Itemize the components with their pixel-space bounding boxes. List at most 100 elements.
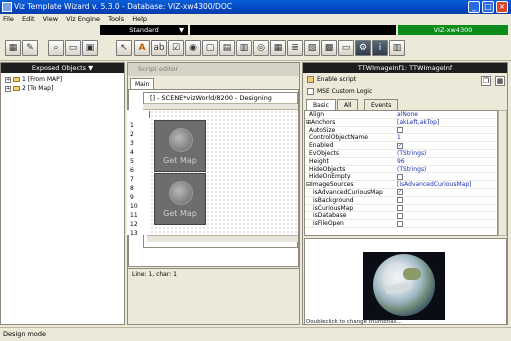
menu-file[interactable]: File	[3, 15, 14, 23]
property-value[interactable]: 1	[397, 134, 401, 142]
property-value[interactable]: (TStrings)	[397, 150, 426, 158]
property-row[interactable]: Align alNone	[305, 111, 497, 119]
property-row[interactable]: HideOnEmpty	[305, 173, 497, 182]
tree-item-from-map[interactable]: +1 [From MAP]	[1, 75, 124, 84]
expand-icon[interactable]: +	[5, 76, 11, 83]
property-row[interactable]: AutoSize	[305, 127, 497, 135]
edit-button[interactable]: ✎	[22, 40, 38, 56]
text-button[interactable]: A	[134, 40, 150, 56]
enable-script-checkbox[interactable]	[307, 76, 314, 83]
search-button[interactable]: ⌕	[48, 40, 64, 56]
property-checkbox[interactable]	[397, 212, 403, 219]
grid-button[interactable]: ▩	[321, 40, 337, 56]
close-button[interactable]: ×	[496, 1, 508, 13]
property-value[interactable]: 96	[397, 158, 405, 166]
open-button[interactable]: ▭	[65, 40, 81, 56]
exposed-objects-header[interactable]: Exposed Objects ▼	[1, 63, 124, 73]
property-value[interactable]: (TStrings)	[397, 166, 426, 174]
earth-image	[373, 254, 435, 316]
property-name: Anchors	[311, 118, 336, 126]
save-button[interactable]: ▣	[82, 40, 98, 56]
table-icon: ▦	[273, 43, 283, 53]
get-map-button[interactable]: Get Map	[154, 120, 206, 172]
checkbox-icon: ☑	[171, 43, 181, 53]
grid-icon: ▦	[8, 43, 18, 53]
property-row[interactable]: isFileOpen	[305, 220, 497, 228]
tab-main[interactable]: Main	[130, 78, 155, 89]
info-button[interactable]: i	[372, 40, 388, 56]
script-editor-header: Script editor	[128, 63, 299, 76]
property-row[interactable]: ControlObjectName 1	[305, 134, 497, 143]
property-value[interactable]: [akLeft,akTop]	[397, 119, 439, 127]
menu-help[interactable]: Help	[132, 15, 147, 23]
expand-icon[interactable]: +	[5, 85, 11, 92]
new-button[interactable]: ▦	[5, 40, 21, 56]
property-row[interactable]: ⊟ImageSources [isAdvancedCuriousMap]	[305, 181, 497, 189]
folder-button[interactable]: ▭	[338, 40, 354, 56]
property-row[interactable]: isCuriousMap	[305, 205, 497, 213]
minimize-button[interactable]: _	[468, 1, 480, 13]
grid-view-button[interactable]: ▦	[495, 76, 505, 86]
db-button[interactable]: ▥	[389, 40, 405, 56]
property-row[interactable]: isDatabase	[305, 212, 497, 221]
tab-all[interactable]: All	[337, 99, 359, 110]
thumbnail-image[interactable]	[363, 252, 445, 320]
line-number: 8	[130, 185, 134, 192]
property-row[interactable]: Height 96	[305, 158, 497, 166]
copy-button[interactable]: ❐	[481, 76, 491, 86]
tree-item-to-map[interactable]: +2 [To Map]	[1, 84, 124, 93]
panel-button[interactable]: ▢	[202, 40, 218, 56]
panel-icon: ▢	[205, 43, 215, 53]
settings-button[interactable]: ⚙	[355, 40, 371, 56]
status-text: Design mode	[3, 330, 46, 338]
radio-button[interactable]: ◎	[253, 40, 269, 56]
combo-button[interactable]: ▥	[236, 40, 252, 56]
checkbox-button[interactable]: ☑	[168, 40, 184, 56]
property-row[interactable]: Enabled ✓	[305, 142, 497, 150]
property-value[interactable]: alNone	[397, 111, 418, 119]
tree-button[interactable]: ▧	[304, 40, 320, 56]
mse-logic-checkbox[interactable]	[307, 88, 314, 95]
line-gutter: 1 2 3 4 5 6 7 8 9 10 11 12 13	[127, 110, 147, 237]
line-number: 12	[130, 221, 138, 228]
property-row-selected[interactable]: isAdvancedCuriousMap ✓	[305, 188, 497, 197]
property-checkbox[interactable]	[397, 173, 403, 180]
property-checkbox[interactable]	[397, 205, 403, 212]
label-button[interactable]: ab	[151, 40, 167, 56]
menu-edit[interactable]: Edit	[22, 15, 35, 23]
property-checkbox-checked[interactable]: ✓	[397, 142, 403, 149]
maximize-button[interactable]: □	[482, 1, 494, 13]
menu-view[interactable]: View	[43, 15, 58, 23]
tab-events[interactable]: Events	[364, 99, 399, 110]
list-icon: ▤	[222, 43, 232, 53]
property-scrollbar[interactable]	[498, 110, 507, 236]
mse-logic-row[interactable]: MSE Custom Logic	[307, 88, 372, 95]
enable-script-row[interactable]: Enable script	[307, 76, 356, 83]
mode-dropdown[interactable]: Standard ▼	[100, 25, 188, 35]
memo-button[interactable]: ≣	[287, 40, 303, 56]
chevron-down-icon: ▼	[179, 26, 184, 34]
menu-viz-engine[interactable]: Viz Engine	[66, 15, 100, 23]
tree-item-label: 1 [From MAP]	[22, 76, 63, 83]
tab-basic[interactable]: Basic	[306, 99, 336, 110]
table-button[interactable]: ▦	[270, 40, 286, 56]
pointer-button[interactable]: ↖	[116, 40, 132, 56]
property-checkbox[interactable]	[397, 220, 403, 227]
horizontal-scrollbar[interactable]	[147, 235, 298, 242]
property-checkbox[interactable]	[397, 197, 403, 204]
property-name: Enabled	[309, 142, 334, 150]
property-row[interactable]: ⊞Anchors [akLeft,akTop]	[305, 119, 497, 127]
design-canvas[interactable]: Get Map Get Map	[150, 110, 298, 235]
engine-status-bar	[190, 25, 396, 35]
property-row[interactable]: isBackground	[305, 197, 497, 205]
property-row[interactable]: HideObjects (TStrings)	[305, 166, 497, 174]
list-button[interactable]: ▤	[219, 40, 235, 56]
menu-tools[interactable]: Tools	[108, 15, 124, 23]
property-checkbox-checked[interactable]: ✓	[397, 189, 403, 196]
property-value[interactable]: [isAdvancedCuriousMap]	[397, 181, 472, 189]
get-map-button[interactable]: Get Map	[154, 173, 206, 225]
image-button[interactable]: ◉	[185, 40, 201, 56]
line-number: 6	[130, 167, 134, 174]
property-checkbox[interactable]	[397, 127, 403, 134]
property-row[interactable]: EvObjects (TStrings)	[305, 150, 497, 158]
